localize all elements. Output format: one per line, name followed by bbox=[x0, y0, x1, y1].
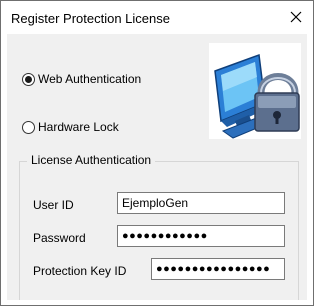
hardware-lock-option[interactable]: Hardware Lock bbox=[22, 120, 119, 134]
close-icon bbox=[290, 11, 302, 23]
protection-key-label: Protection Key ID bbox=[33, 264, 127, 278]
web-authentication-radio[interactable] bbox=[22, 72, 35, 86]
hardware-lock-radio[interactable] bbox=[22, 120, 35, 134]
close-button[interactable] bbox=[279, 1, 313, 33]
license-authentication-title: License Authentication bbox=[27, 153, 156, 167]
user-id-label: User ID bbox=[33, 198, 74, 212]
password-label: Password bbox=[33, 231, 86, 245]
web-authentication-label: Web Authentication bbox=[38, 72, 142, 86]
computer-padlock-icon bbox=[209, 43, 301, 139]
dialog-title: Register Protection License bbox=[11, 11, 170, 26]
protection-key-field[interactable]: ●●●●●●●●●●●●●●●● bbox=[151, 258, 285, 280]
user-id-field[interactable]: EjemploGen bbox=[117, 192, 285, 214]
dialog-body: Web Authentication Hardware Lock License… bbox=[7, 34, 307, 300]
web-authentication-option[interactable]: Web Authentication bbox=[22, 72, 141, 86]
password-field[interactable]: ●●●●●●●●●●●● bbox=[117, 225, 285, 247]
register-license-dialog: Register Protection License Web Authenti… bbox=[0, 0, 314, 306]
title-bar: Register Protection License bbox=[1, 1, 313, 34]
hardware-lock-label: Hardware Lock bbox=[38, 120, 119, 134]
